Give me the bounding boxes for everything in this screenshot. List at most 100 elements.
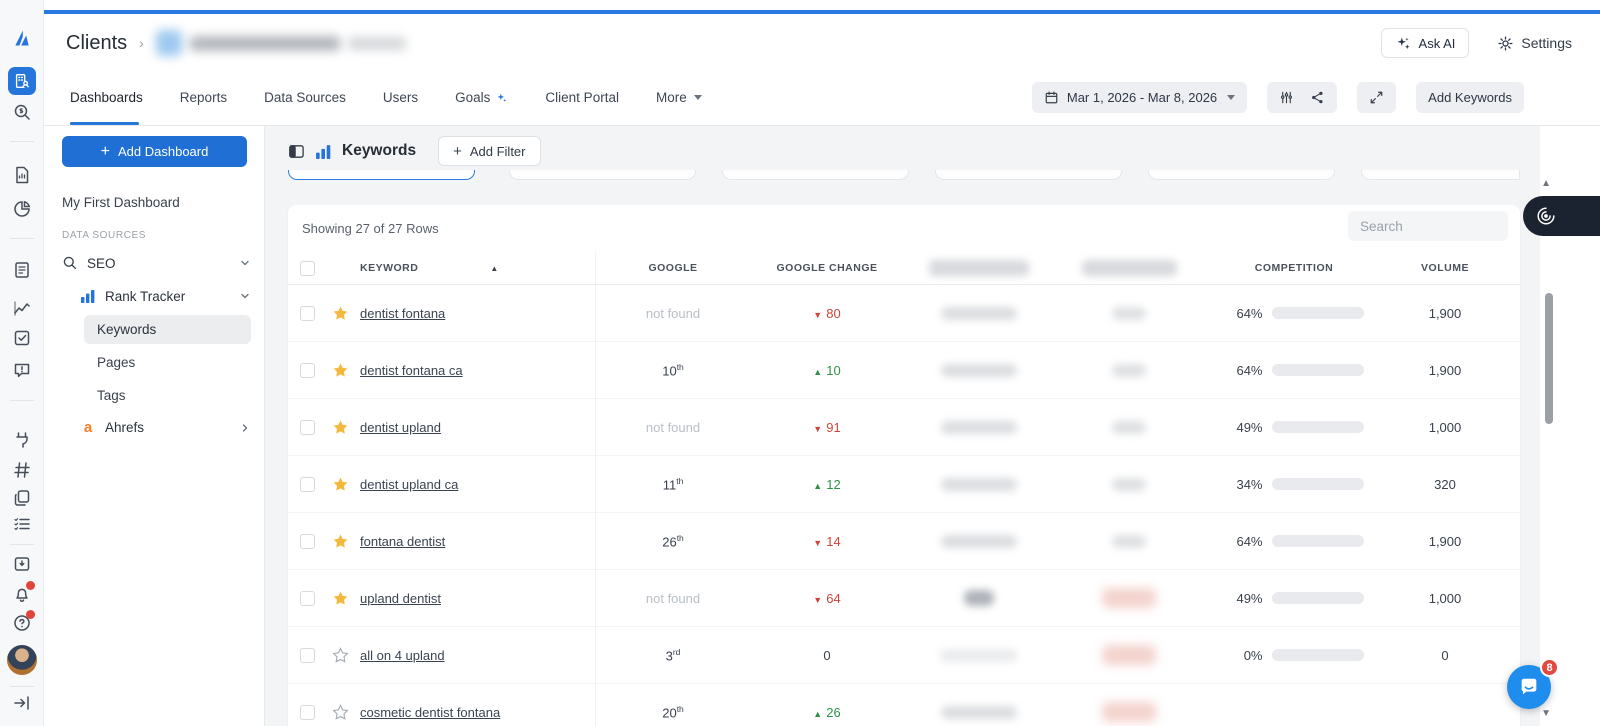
- form-note-icon[interactable]: [12, 260, 32, 280]
- sidebar-item-tags[interactable]: Tags: [97, 388, 126, 403]
- sidebar-item-seo[interactable]: SEO: [62, 255, 250, 271]
- widget-tab-partial[interactable]: [722, 170, 909, 180]
- sidebar-item-pages[interactable]: Pages: [97, 355, 135, 370]
- widget-tab-partial[interactable]: [935, 170, 1122, 180]
- tags-hashtag-icon[interactable]: [12, 460, 32, 480]
- feedback-widget-button[interactable]: [1523, 196, 1600, 236]
- table-row[interactable]: all on 4 upland 3rd 0 0% 0: [288, 627, 1520, 684]
- inbox-download-icon[interactable]: [12, 554, 32, 574]
- integrations-plug-icon[interactable]: [12, 430, 32, 450]
- panel-toggle-icon[interactable]: [288, 143, 305, 160]
- widget-tab-partial-active[interactable]: [288, 170, 475, 180]
- sidebar-item-keywords[interactable]: Keywords: [84, 315, 251, 344]
- column-header-google[interactable]: GOOGLE: [596, 262, 750, 274]
- add-dashboard-button[interactable]: + Add Dashboard: [62, 136, 247, 167]
- settings-button[interactable]: Settings: [1497, 35, 1572, 52]
- checklist-icon[interactable]: [12, 514, 32, 534]
- sidebar-item-ahrefs[interactable]: a Ahrefs: [80, 419, 250, 436]
- row-checkbox[interactable]: [300, 362, 315, 378]
- select-all-checkbox[interactable]: [300, 260, 315, 276]
- scrollbar-down-arrow[interactable]: ▼: [1541, 708, 1551, 719]
- row-checkbox[interactable]: [300, 590, 315, 606]
- star-icon[interactable]: [332, 305, 349, 322]
- add-filter-button[interactable]: + Add Filter: [438, 136, 541, 166]
- volume-cell: 1,000: [1428, 590, 1462, 606]
- star-icon[interactable]: [332, 590, 349, 607]
- seo-search-icon[interactable]: [12, 102, 32, 122]
- star-icon[interactable]: [332, 703, 349, 721]
- collapse-sidebar-icon[interactable]: [12, 693, 32, 713]
- sidebar-item-my-first-dashboard[interactable]: My First Dashboard: [62, 195, 180, 210]
- sliders-icon[interactable]: [1279, 90, 1294, 105]
- row-checkbox[interactable]: [300, 305, 315, 321]
- row-checkbox[interactable]: [300, 647, 315, 663]
- keyword-link[interactable]: dentist upland ca: [360, 477, 458, 492]
- share-icon[interactable]: [1310, 90, 1325, 105]
- add-keywords-button[interactable]: Add Keywords: [1416, 82, 1524, 113]
- report-document-icon[interactable]: [12, 165, 32, 185]
- row-checkbox[interactable]: [300, 476, 315, 492]
- sidebar-item-rank-tracker[interactable]: Rank Tracker: [80, 288, 250, 304]
- scrollbar-thumb[interactable]: [1545, 293, 1553, 424]
- table-row[interactable]: dentist upland not found ▼ 91 49% 1,000: [288, 399, 1520, 456]
- keyword-link[interactable]: all on 4 upland: [360, 648, 445, 663]
- pie-chart-icon[interactable]: [12, 199, 32, 219]
- clients-nav-icon[interactable]: [8, 67, 36, 95]
- table-row[interactable]: dentist fontana ca 10th ▲ 10 64% 1,900: [288, 342, 1520, 399]
- rail-divider: [10, 238, 34, 239]
- widget-tab-partial[interactable]: [1361, 170, 1520, 180]
- fullscreen-button[interactable]: [1357, 82, 1397, 113]
- keyword-link[interactable]: dentist upland: [360, 420, 441, 435]
- ahrefs-logo-icon: a: [83, 419, 93, 436]
- user-avatar[interactable]: [7, 645, 37, 675]
- keyword-link[interactable]: fontana dentist: [360, 534, 445, 549]
- star-icon[interactable]: [332, 533, 349, 550]
- widget-tab-partial[interactable]: [1148, 170, 1335, 180]
- row-checkbox[interactable]: [300, 533, 315, 549]
- table-search-input[interactable]: [1348, 211, 1508, 241]
- star-icon[interactable]: [332, 419, 349, 436]
- keyword-link[interactable]: cosmetic dentist fontana: [360, 705, 500, 720]
- row-checkbox[interactable]: [300, 419, 315, 435]
- tab-more[interactable]: More: [656, 90, 702, 107]
- tab-client-portal[interactable]: Client Portal: [545, 90, 619, 107]
- row-checkbox[interactable]: [300, 704, 315, 720]
- tab-users[interactable]: Users: [383, 90, 418, 107]
- keyword-link[interactable]: upland dentist: [360, 591, 441, 606]
- scrollbar-up-arrow[interactable]: ▲: [1541, 178, 1551, 189]
- column-header-volume[interactable]: VOLUME: [1384, 262, 1506, 274]
- ask-ai-button[interactable]: Ask AI: [1380, 28, 1470, 58]
- dashboard-sidebar: + Add Dashboard My First Dashboard DATA …: [44, 126, 265, 726]
- keyword-link[interactable]: dentist fontana ca: [360, 363, 463, 378]
- tasks-checkbox-icon[interactable]: [12, 328, 32, 348]
- breadcrumb-chevron-icon: ›: [139, 35, 144, 51]
- calendar-icon: [1044, 90, 1059, 105]
- table-row[interactable]: upland dentist not found ▼ 64 49% 1,000: [288, 570, 1520, 627]
- column-header-competition[interactable]: COMPETITION: [1204, 262, 1384, 274]
- help-icon[interactable]: [12, 610, 35, 633]
- star-icon[interactable]: [332, 646, 349, 664]
- client-name-blurred[interactable]: [155, 30, 406, 56]
- column-header-keyword[interactable]: KEYWORD ▲: [360, 252, 596, 284]
- filter-share-group: [1267, 82, 1338, 113]
- table-row[interactable]: cosmetic dentist fontana 20th ▲ 26: [288, 684, 1520, 726]
- star-icon[interactable]: [332, 476, 349, 493]
- table-row[interactable]: fontana dentist 26th ▼ 14 64% 1,900: [288, 513, 1520, 570]
- tab-data-sources[interactable]: Data Sources: [264, 90, 346, 107]
- star-icon[interactable]: [332, 362, 349, 379]
- date-range-button[interactable]: Mar 1, 2026 - Mar 8, 2026: [1031, 82, 1248, 113]
- table-row[interactable]: dentist fontana not found ▼ 80 64% 1,900: [288, 285, 1520, 342]
- line-chart-icon[interactable]: [12, 298, 32, 318]
- column-header-google-change[interactable]: GOOGLE CHANGE: [750, 262, 904, 274]
- breadcrumb-clients-link[interactable]: Clients: [66, 32, 127, 55]
- tab-goals[interactable]: Goals: [455, 90, 508, 107]
- templates-copy-icon[interactable]: [12, 488, 32, 508]
- table-row[interactable]: dentist upland ca 11th ▲ 12 34% 320: [288, 456, 1520, 513]
- tab-reports[interactable]: Reports: [180, 90, 227, 107]
- widget-tab-partial[interactable]: [509, 170, 696, 180]
- keyword-link[interactable]: dentist fontana: [360, 306, 445, 321]
- tab-dashboards[interactable]: Dashboards: [70, 90, 143, 107]
- feedback-comment-icon[interactable]: [12, 360, 32, 380]
- brand-logo-icon[interactable]: [12, 28, 32, 48]
- notifications-bell-icon[interactable]: [12, 581, 35, 604]
